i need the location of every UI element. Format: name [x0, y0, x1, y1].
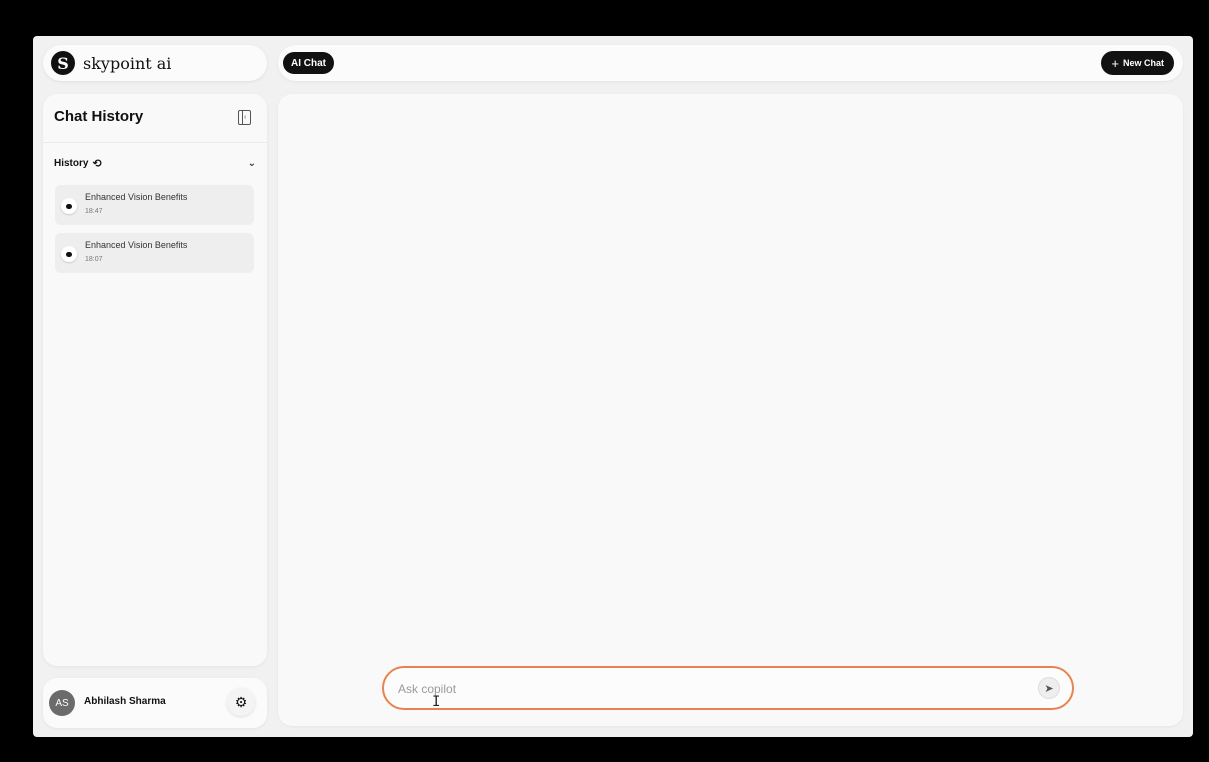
brand-name: skypoint ai — [83, 53, 172, 73]
chevron-down-icon[interactable]: ⌄ — [248, 158, 256, 169]
skypoint-logo-icon: S — [51, 51, 75, 75]
tab-ai-chat[interactable]: AI Chat — [283, 52, 334, 74]
chat-composer: I ➤ — [382, 666, 1074, 710]
history-item[interactable]: Enhanced Vision Benefits 18:47 — [55, 185, 254, 225]
history-item[interactable]: Enhanced Vision Benefits 18:07 — [55, 233, 254, 273]
collapse-sidebar-icon[interactable]: ‹ — [238, 110, 251, 125]
new-chat-button[interactable]: + New Chat — [1101, 51, 1174, 75]
top-header: AI Chat + New Chat — [278, 45, 1183, 81]
history-item-time: 18:07 — [85, 256, 103, 263]
chat-history-sidebar: Chat History ‹ History ⟲ ⌄ Enhanced Visi… — [43, 94, 267, 666]
send-icon[interactable]: ➤ — [1038, 677, 1060, 699]
history-item-time: 18:47 — [85, 208, 103, 215]
user-profile[interactable]: AS Abhilash Sharma ⚙ — [43, 678, 267, 728]
chat-bubble-icon — [61, 246, 77, 262]
plus-icon: + — [1111, 55, 1119, 71]
history-item-title: Enhanced Vision Benefits — [85, 192, 188, 202]
history-item-title: Enhanced Vision Benefits — [85, 240, 188, 250]
user-name: Abhilash Sharma — [84, 696, 166, 707]
text-cursor-icon: I — [432, 694, 441, 710]
history-label: History — [54, 158, 89, 169]
avatar: AS — [49, 690, 75, 716]
settings-gear-icon[interactable]: ⚙ — [227, 688, 255, 716]
sidebar-title: Chat History — [54, 108, 144, 125]
new-chat-label: New Chat — [1122, 58, 1164, 68]
ask-copilot-input[interactable] — [396, 678, 1020, 700]
divider — [43, 142, 267, 143]
app-window: S skypoint ai AI Chat + New Chat Chat Hi… — [33, 36, 1193, 737]
chat-bubble-icon — [61, 198, 77, 214]
brand-logo: S skypoint ai — [43, 45, 267, 81]
chat-main-area: I ➤ — [278, 94, 1183, 726]
history-section-toggle[interactable]: History ⟲ ⌄ — [54, 157, 256, 170]
history-icon: ⟲ — [92, 158, 102, 170]
